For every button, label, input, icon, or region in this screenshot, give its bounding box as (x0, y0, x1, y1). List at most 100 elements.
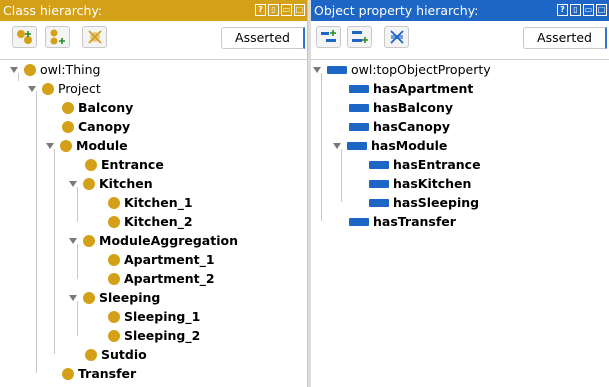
property-view-mode-select[interactable]: Asserted (523, 27, 607, 49)
class-view-mode-select[interactable]: Asserted (221, 27, 305, 49)
class-icon (24, 63, 36, 76)
class-icon (108, 272, 120, 285)
property-toolbar: Asserted (311, 21, 609, 60)
tree-node-hascanopy[interactable]: hasCanopy (349, 117, 450, 136)
object-property-icon (327, 65, 347, 74)
tree-node-label: Transfer (78, 366, 137, 381)
help-icon[interactable]: ? (255, 4, 266, 16)
object-property-icon (349, 217, 369, 226)
tree-node-module[interactable]: Module (46, 136, 128, 155)
class-hierarchy-titlebar: Class hierarchy: ? ▯ ▭ □ (0, 0, 307, 21)
tree-node-balcony[interactable]: Balcony (62, 98, 133, 117)
tree-node-owl-thing[interactable]: owl:Thing (10, 60, 100, 79)
delete-property-button[interactable] (384, 26, 409, 48)
object-property-title: Object property hierarchy: (314, 3, 479, 18)
tree-node-kitchen-1[interactable]: Kitchen_1 (108, 193, 193, 212)
tree-node-apartment-1[interactable]: Apartment_1 (108, 250, 215, 269)
add-subclass-icon (16, 30, 32, 44)
tree-node-label: Canopy (78, 119, 131, 134)
tree-node-label: Project (58, 81, 101, 96)
delete-icon (389, 30, 404, 44)
tree-node-label: hasApartment (373, 81, 474, 96)
class-icon (85, 348, 97, 361)
tree-node-label: hasKitchen (393, 176, 472, 191)
class-toolbar: Asserted (0, 21, 307, 60)
tree-node-hasmodule[interactable]: hasModule (333, 136, 447, 155)
expand-triangle-icon[interactable] (313, 66, 321, 73)
tree-node-label: hasEntrance (393, 157, 481, 172)
expand-triangle-icon[interactable] (46, 142, 54, 149)
class-icon (60, 139, 72, 152)
class-tree: owl:Thing Project Balcony Canopy Module Entra… (0, 60, 307, 387)
tree-node-label: Kitchen (99, 176, 153, 191)
tree-node-label: hasModule (371, 138, 448, 153)
tree-node-label: Apartment_1 (124, 252, 215, 267)
split-view-icon[interactable]: ▯ (570, 4, 581, 16)
tree-node-apartment-2[interactable]: Apartment_2 (108, 269, 215, 288)
tree-node-owl-topobjectproperty[interactable]: owl:topObjectProperty (313, 60, 491, 79)
expand-triangle-icon[interactable] (69, 294, 77, 301)
class-icon (108, 196, 120, 209)
tree-node-hasapartment[interactable]: hasApartment (349, 79, 473, 98)
tree-guide-line (321, 73, 322, 221)
tree-node-label: Sleeping_1 (124, 309, 201, 324)
tree-node-label: Apartment_2 (124, 271, 215, 286)
object-property-icon (349, 103, 369, 112)
maximize-icon[interactable]: □ (294, 4, 305, 16)
class-icon (108, 310, 120, 323)
class-icon (108, 215, 120, 228)
expand-triangle-icon[interactable] (333, 142, 341, 149)
minimize-icon[interactable]: ▭ (281, 4, 292, 16)
tree-node-label: Sutdio (101, 347, 147, 362)
class-icon (83, 177, 95, 190)
object-property-icon (369, 160, 389, 169)
tree-node-hassleeping[interactable]: hasSleeping (369, 193, 479, 212)
tree-node-kitchen[interactable]: Kitchen (69, 174, 153, 193)
expand-triangle-icon[interactable] (69, 180, 77, 187)
tree-node-hasentrance[interactable]: hasEntrance (369, 155, 481, 174)
tree-node-label: owl:topObjectProperty (351, 62, 491, 77)
tree-node-hastransfer[interactable]: hasTransfer (349, 212, 456, 231)
tree-node-label: Balcony (78, 100, 134, 115)
tree-node-label: hasCanopy (373, 119, 450, 134)
tree-node-canopy[interactable]: Canopy (62, 117, 130, 136)
object-property-icon (349, 122, 369, 131)
tree-node-label: hasTransfer (373, 214, 456, 229)
tree-node-label: Sleeping_2 (124, 328, 201, 343)
object-property-icon (347, 141, 367, 150)
tree-node-label: Kitchen_2 (124, 214, 193, 229)
tree-node-hasbalcony[interactable]: hasBalcony (349, 98, 453, 117)
tree-node-sleeping-1[interactable]: Sleeping_1 (108, 307, 200, 326)
class-icon (83, 234, 95, 247)
tree-node-project[interactable]: Project (28, 79, 101, 98)
tree-node-kitchen-2[interactable]: Kitchen_2 (108, 212, 193, 231)
tree-node-sleeping[interactable]: Sleeping (69, 288, 160, 307)
add-sibling-class-button[interactable] (45, 26, 70, 48)
tree-node-sutdio[interactable]: Sutdio (85, 345, 147, 364)
delete-class-button[interactable] (82, 26, 107, 48)
expand-triangle-icon[interactable] (10, 66, 18, 73)
split-view-icon[interactable]: ▯ (268, 4, 279, 16)
tree-node-label: hasSleeping (393, 195, 480, 210)
object-property-icon (369, 179, 389, 188)
maximize-icon[interactable]: □ (596, 4, 607, 16)
expand-triangle-icon[interactable] (28, 85, 36, 92)
tree-node-moduleaggregation[interactable]: ModuleAggregation (69, 231, 238, 250)
object-property-icon (349, 84, 369, 93)
tree-node-sleeping-2[interactable]: Sleeping_2 (108, 326, 200, 345)
add-sub-property-button[interactable] (316, 26, 341, 48)
tree-node-haskitchen[interactable]: hasKitchen (369, 174, 471, 193)
tree-node-entrance[interactable]: Entrance (85, 155, 164, 174)
add-subclass-button[interactable] (12, 26, 37, 48)
add-sibling-property-button[interactable] (347, 26, 372, 48)
class-icon (42, 82, 54, 95)
add-sibling-icon (50, 29, 65, 45)
tree-node-transfer[interactable]: Transfer (62, 364, 136, 383)
help-icon[interactable]: ? (557, 4, 568, 16)
class-icon (62, 120, 74, 133)
tree-node-label: Sleeping (99, 290, 161, 305)
minimize-icon[interactable]: ▭ (583, 4, 594, 16)
class-icon (108, 253, 120, 266)
expand-triangle-icon[interactable] (69, 237, 77, 244)
delete-icon (87, 30, 102, 44)
